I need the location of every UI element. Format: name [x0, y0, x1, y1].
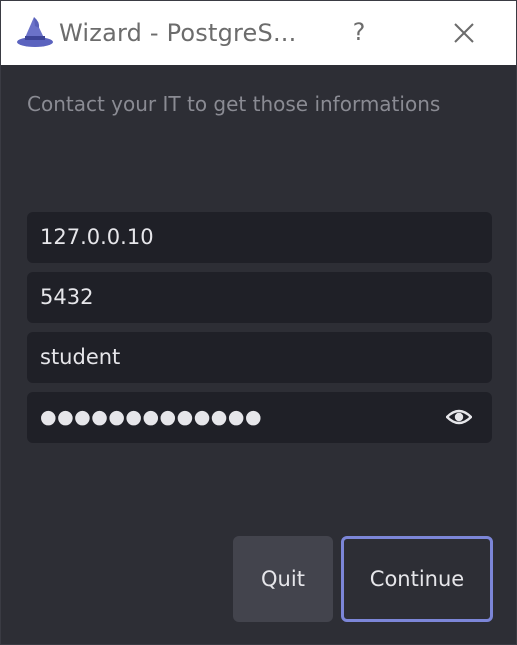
wizard-window: Wizard - PostgreS... ? Contact your IT t… — [0, 0, 517, 645]
info-text: Contact your IT to get those information… — [27, 92, 441, 116]
password-mask: ●●●●●●●●●●●●● — [40, 406, 263, 428]
username-value: student — [40, 345, 121, 369]
username-field[interactable]: student — [27, 332, 492, 383]
close-icon[interactable] — [447, 17, 481, 51]
window-title: Wizard - PostgreS... — [59, 19, 297, 47]
help-button[interactable]: ? — [347, 15, 371, 49]
host-value: 127.0.0.10 — [40, 225, 154, 249]
continue-button[interactable]: Continue — [341, 536, 493, 622]
eye-icon[interactable] — [446, 406, 472, 428]
wizard-hat-icon — [17, 17, 53, 47]
port-value: 5432 — [40, 285, 94, 309]
host-field[interactable]: 127.0.0.10 — [27, 212, 492, 263]
title-bar: Wizard - PostgreS... ? — [1, 1, 516, 65]
quit-button[interactable]: Quit — [233, 536, 333, 622]
password-field[interactable]: ●●●●●●●●●●●●● — [27, 392, 492, 443]
port-field[interactable]: 5432 — [27, 272, 492, 323]
